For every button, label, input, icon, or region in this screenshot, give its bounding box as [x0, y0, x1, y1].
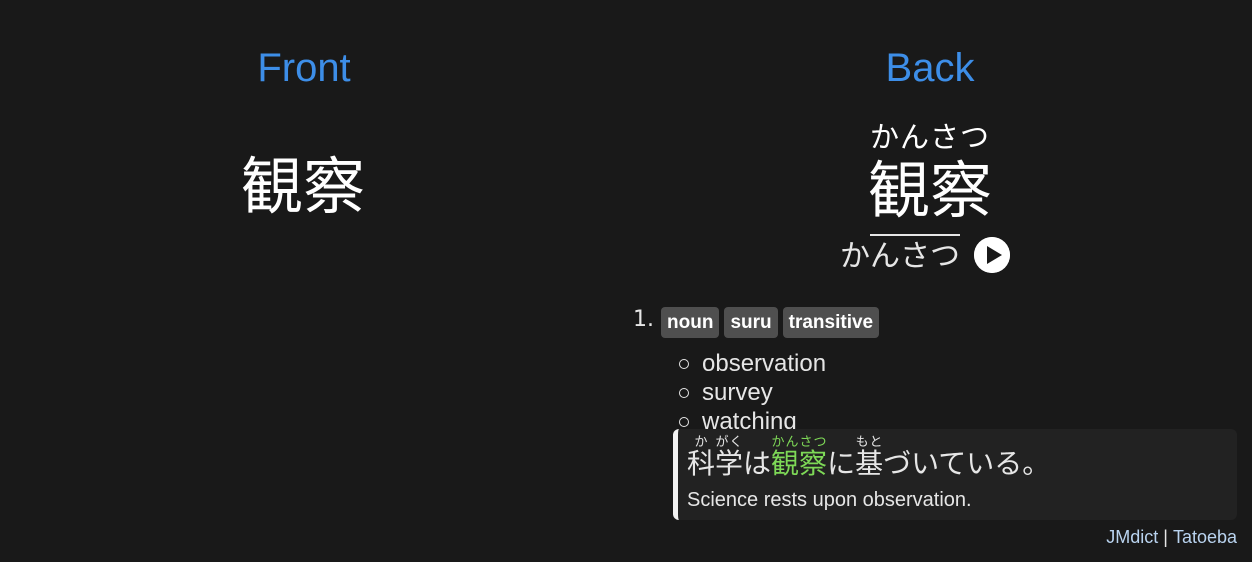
example-sentence-box: 科か学がくは観察かんさつに基もとづいている。 Science rests upo… [673, 429, 1237, 520]
back-word: 観察 [867, 154, 992, 227]
source-links: JMdict | Tatoeba [1106, 526, 1237, 548]
front-word: 観察 [240, 150, 365, 223]
pitch-accent-reading: か んさつ [840, 233, 960, 277]
example-segment: 基もと [855, 435, 884, 481]
front-title: Front [257, 46, 351, 90]
sense-number: 1. [633, 307, 654, 332]
example-segment: に [827, 447, 856, 480]
example-segment: は [743, 447, 772, 480]
card-preview: Front 観察 Back かんさつ 観察 か んさつ 1. noun suru… [0, 0, 1252, 562]
source-separator: | [1163, 527, 1168, 547]
tag-noun: noun [661, 307, 720, 338]
gloss-item: observation [677, 349, 826, 378]
tag-transitive: transitive [782, 307, 880, 338]
gloss-list: observation survey watching [677, 349, 826, 436]
gloss-text: observation [702, 350, 827, 377]
back-headword: かんさつ 観察 [800, 118, 1060, 226]
example-highlighted-word: 観察かんさつ [771, 435, 828, 481]
example-japanese: 科か学がくは観察かんさつに基もとづいている。 [687, 435, 1050, 481]
gloss-text: survey [702, 379, 773, 406]
pitch-accent-row: か んさつ [840, 232, 1010, 278]
gloss-item: survey [677, 378, 826, 407]
example-segment: づいている。 [883, 447, 1051, 480]
circle-bullet-icon [679, 359, 689, 369]
furigana-reading: かんさつ [869, 120, 990, 154]
part-of-speech-tags: noun suru transitive [661, 307, 880, 338]
back-title: Back [885, 46, 975, 90]
example-translation: Science rests upon observation. [687, 489, 972, 511]
example-segment: 科か [687, 435, 716, 481]
tag-suru: suru [724, 307, 778, 338]
circle-bullet-icon [679, 388, 689, 398]
pitch-low-part: か [840, 238, 870, 274]
example-segment: 学がく [715, 435, 744, 481]
play-icon [974, 237, 1010, 273]
play-audio-button[interactable] [974, 237, 1010, 273]
jmdict-link[interactable]: JMdict [1106, 527, 1158, 547]
circle-bullet-icon [679, 417, 689, 427]
pitch-high-part: んさつ [870, 233, 960, 277]
tatoeba-link[interactable]: Tatoeba [1173, 527, 1237, 547]
